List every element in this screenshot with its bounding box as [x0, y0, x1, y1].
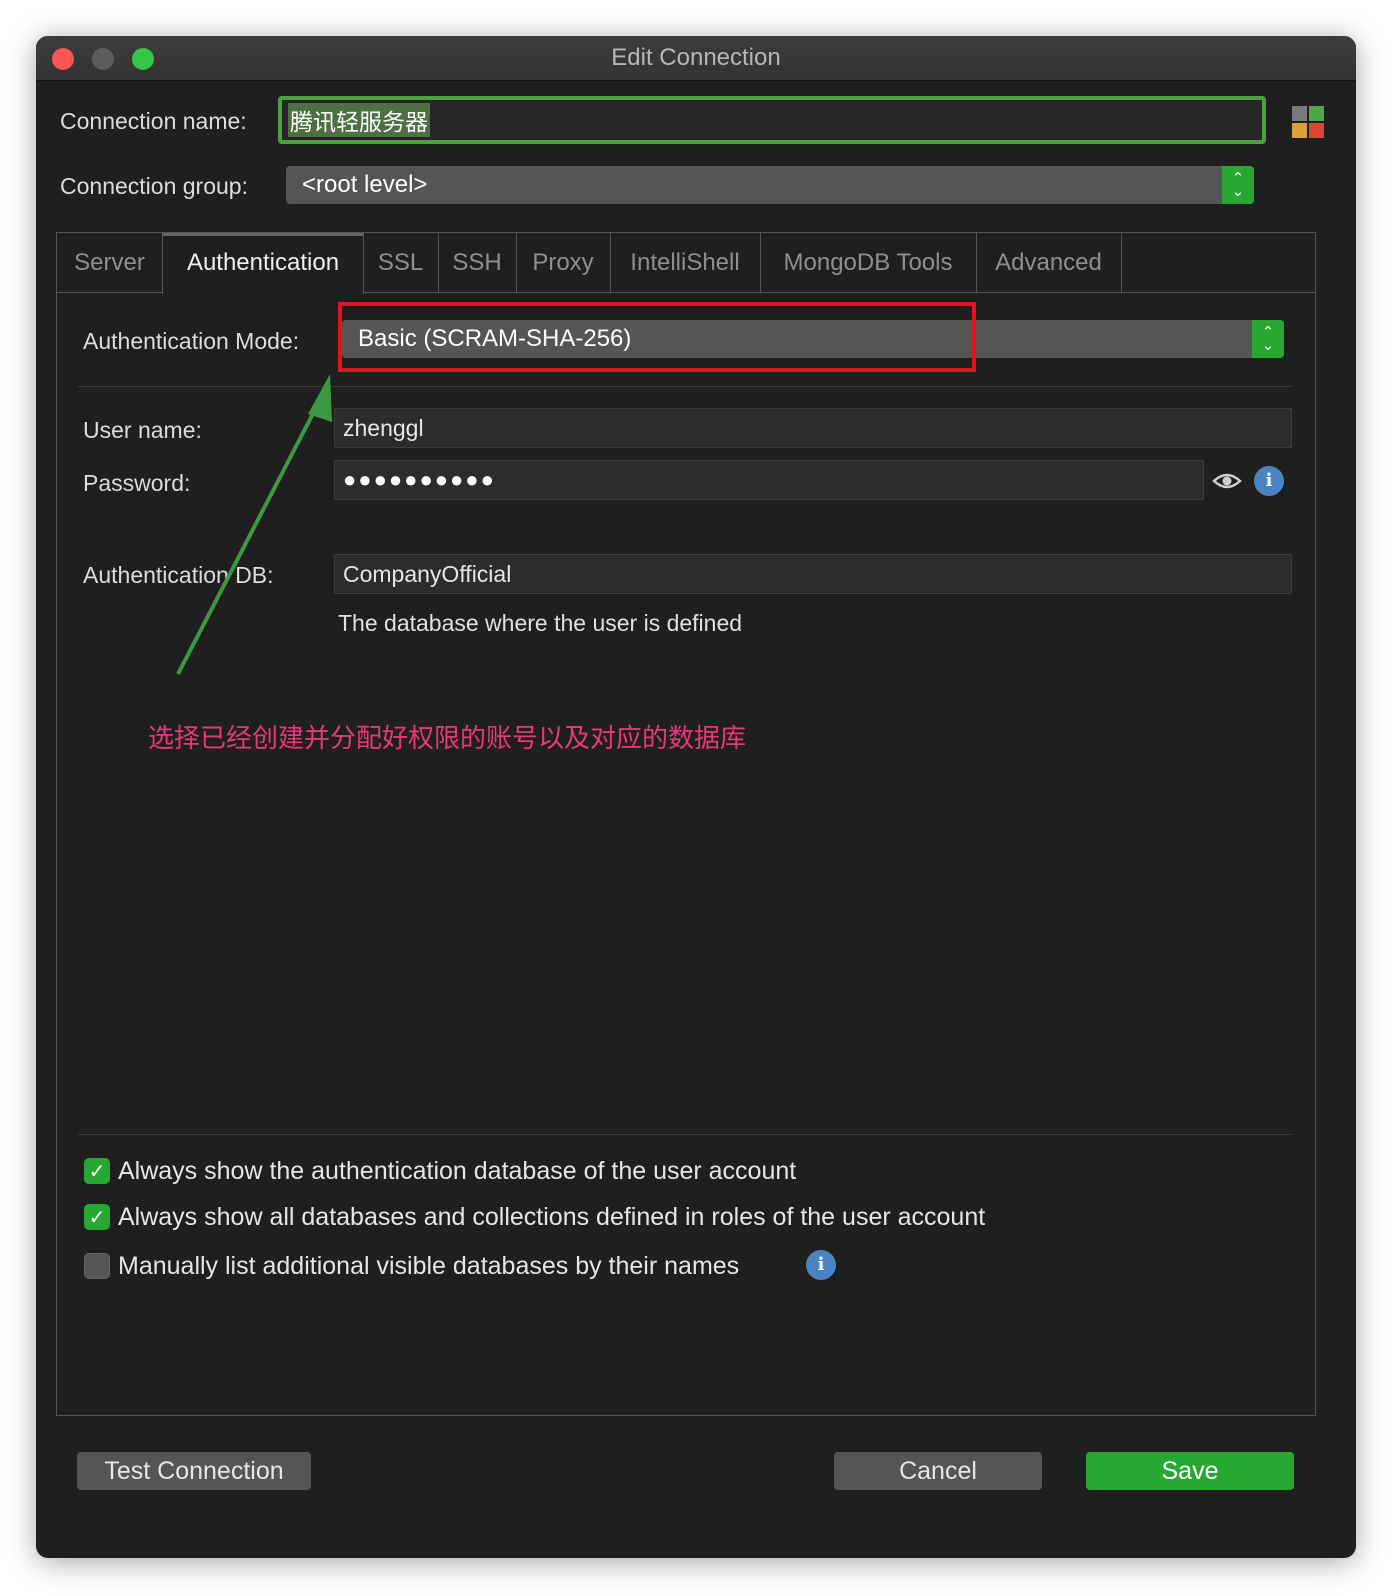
save-button[interactable]: Save	[1086, 1452, 1294, 1490]
connection-group-select[interactable]: <root level> ⌃ ⌄	[286, 166, 1254, 204]
tab-server[interactable]: Server	[57, 233, 163, 292]
show-role-dbs-checkbox[interactable]: ✓	[84, 1204, 110, 1230]
show-auth-db-label: Always show the authentication database …	[118, 1157, 797, 1185]
connection-name-value: 腾讯轻服务器	[288, 103, 430, 137]
info-icon[interactable]: i	[806, 1250, 836, 1280]
highlight-box	[338, 302, 976, 372]
show-role-dbs-label: Always show all databases and collection…	[118, 1203, 986, 1231]
updown-chevron-icon: ⌃ ⌄	[1222, 166, 1254, 204]
window-title: Edit Connection	[611, 44, 781, 71]
authentication-mode-label: Authentication Mode:	[83, 328, 300, 354]
password-value: ●●●●●●●●●●	[343, 467, 496, 492]
edit-connection-window: Edit Connection Connection name: 腾讯轻服务器 …	[36, 36, 1356, 1558]
title-bar: Edit Connection	[36, 36, 1356, 81]
tab-intellishell[interactable]: IntelliShell	[610, 233, 761, 292]
updown-chevron-icon: ⌃ ⌄	[1252, 320, 1284, 358]
info-icon[interactable]: i	[1254, 466, 1284, 496]
eye-icon[interactable]	[1212, 470, 1242, 492]
username-input[interactable]: zhenggl	[334, 408, 1292, 448]
connection-group-value: <root level>	[302, 171, 428, 198]
tab-ssh[interactable]: SSH	[438, 233, 517, 292]
options-divider	[78, 1134, 1292, 1135]
annotation-arrow	[176, 374, 332, 675]
authentication-db-value: CompanyOfficial	[343, 560, 512, 587]
cancel-button[interactable]: Cancel	[834, 1452, 1042, 1490]
connection-name-input[interactable]: 腾讯轻服务器	[278, 96, 1266, 144]
tab-proxy[interactable]: Proxy	[516, 233, 611, 292]
color-picker-icon[interactable]	[1292, 106, 1324, 138]
tab-advanced[interactable]: Advanced	[976, 233, 1122, 292]
show-auth-db-checkbox[interactable]: ✓	[84, 1158, 110, 1184]
annotation-text: 选择已经创建并分配好权限的账号以及对应的数据库	[148, 723, 747, 753]
tab-ssl[interactable]: SSL	[363, 233, 439, 292]
tab-authentication[interactable]: Authentication	[162, 233, 364, 294]
tab-mongodb-tools[interactable]: MongoDB Tools	[760, 233, 977, 292]
authentication-db-hint: The database where the user is defined	[338, 610, 743, 636]
connection-name-label: Connection name:	[60, 108, 247, 134]
authentication-db-input[interactable]: CompanyOfficial	[334, 554, 1292, 594]
test-connection-button[interactable]: Test Connection	[77, 1452, 311, 1490]
tab-bar: Server Authentication SSL SSH Proxy Inte…	[57, 233, 1315, 294]
manual-dbs-checkbox[interactable]	[84, 1253, 110, 1279]
username-value: zhenggl	[343, 414, 424, 441]
connection-group-label: Connection group:	[60, 173, 248, 199]
password-input[interactable]: ●●●●●●●●●●	[334, 460, 1204, 500]
manual-dbs-label: Manually list additional visible databas…	[118, 1252, 740, 1280]
